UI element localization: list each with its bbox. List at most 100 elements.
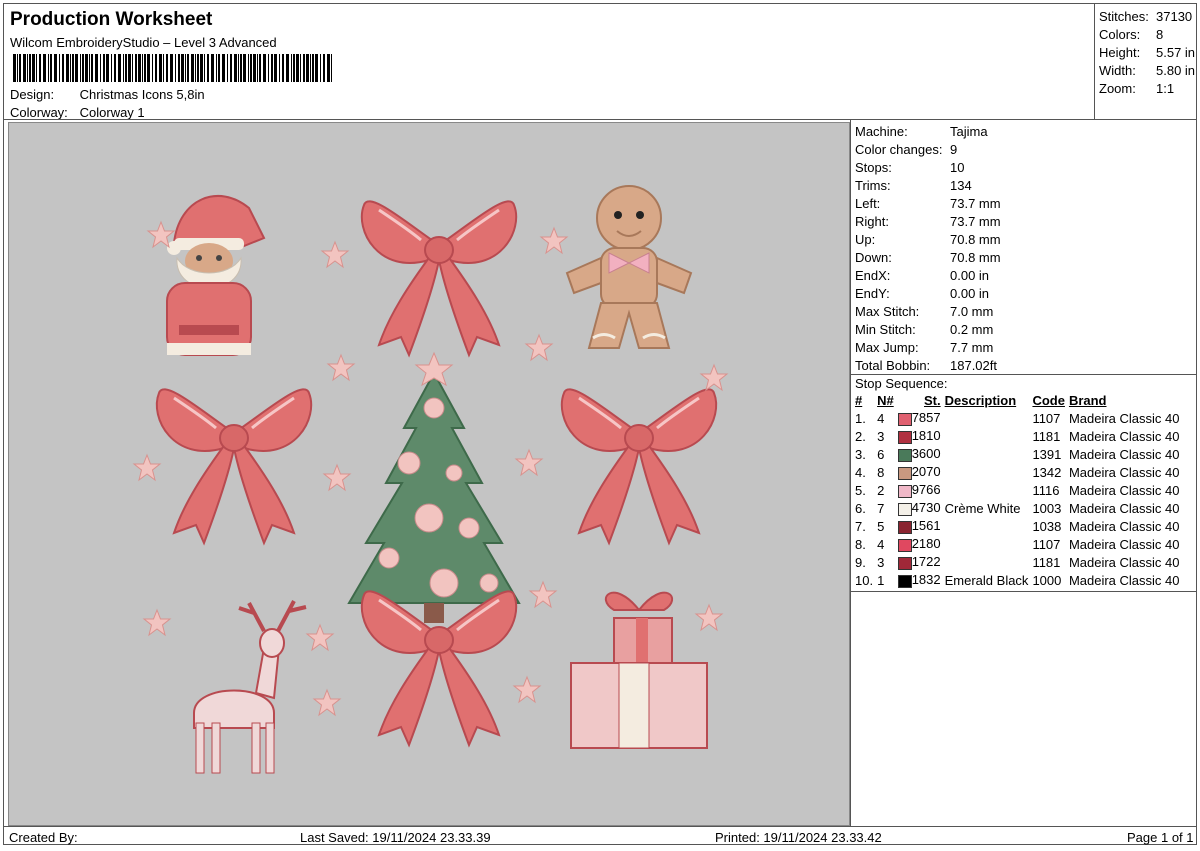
needle-number: 6 <box>877 446 885 462</box>
stitch-count-value: 3600 <box>911 446 941 462</box>
info-label: Left: <box>855 196 881 211</box>
info-label: Max Stitch: <box>855 304 920 319</box>
stitch-count-value: 2070 <box>911 464 941 480</box>
embroidery-design-image <box>133 185 728 774</box>
star-decoration <box>695 604 723 631</box>
created-by: Created By: <box>9 830 78 845</box>
bow-top <box>360 199 518 357</box>
col-description: Description <box>944 393 1017 408</box>
star-decoration <box>306 624 334 651</box>
thread-brand: Madeira Classic 40 <box>1068 482 1180 498</box>
gingerbread-motif <box>565 185 693 349</box>
table-row: 7. 5 1561 1038 Madeira Classic 40 <box>853 517 1181 535</box>
info-value: 0.00 in <box>950 286 990 301</box>
summary-label: Zoom: <box>1099 81 1136 96</box>
colorway-row: Colorway: Colorway 1 <box>10 105 145 120</box>
info-value: 9 <box>950 142 958 157</box>
star-decoration <box>323 464 351 491</box>
bow-left <box>155 387 313 545</box>
needle-number: 3 <box>877 428 885 444</box>
software-name: Wilcom EmbroideryStudio – Level 3 Advanc… <box>10 35 277 50</box>
star-decoration <box>540 227 568 254</box>
info-label: Total Bobbin: <box>855 358 931 373</box>
color-swatch <box>897 466 912 480</box>
stitch-count: 2180 <box>896 535 943 553</box>
thread-description <box>943 481 1031 499</box>
info-value: 0.2 mm <box>950 322 994 337</box>
info-label: Color changes: <box>855 142 943 157</box>
deer-motif <box>193 600 307 774</box>
info-value: 187.02ft <box>950 358 997 373</box>
row-number: 7. <box>855 518 866 534</box>
santa-motif <box>166 194 266 356</box>
gift-motif <box>570 591 708 749</box>
color-swatch <box>897 556 912 570</box>
thread-description: Emerald Black <box>944 572 1029 588</box>
info-value: 10 <box>950 160 965 175</box>
col-code: Code <box>1032 393 1065 408</box>
stitch-count-value: 1722 <box>911 554 941 570</box>
info-label: Trims: <box>855 178 891 193</box>
stitch-count: 3600 <box>896 445 943 463</box>
info-value: 70.8 mm <box>950 250 1001 265</box>
info-panel-bottom-divider <box>851 591 1197 592</box>
table-row: 4. 8 2070 1342 Madeira Classic 40 <box>853 463 1181 481</box>
design-preview[interactable] <box>8 122 850 826</box>
info-value: 7.7 mm <box>950 340 994 355</box>
thread-code: 1181 <box>1032 554 1061 570</box>
barcode <box>13 54 332 82</box>
summary-label: Colors: <box>1099 27 1141 42</box>
needle-number: 8 <box>877 464 885 480</box>
thread-code: 1038 <box>1032 518 1062 534</box>
page-number: Page 1 of 1 <box>1127 830 1194 845</box>
col-needle: N# <box>877 393 894 408</box>
christmas-tree-motif <box>347 351 521 623</box>
needle-number: 1 <box>877 572 885 588</box>
thread-description <box>943 463 1031 481</box>
color-swatch <box>897 502 912 516</box>
needle-number: 7 <box>877 500 885 516</box>
table-row: 2. 3 1810 1181 Madeira Classic 40 <box>853 427 1181 445</box>
summary-value: 1:1 <box>1156 81 1175 96</box>
thread-code: 1107 <box>1032 536 1061 552</box>
row-number: 9. <box>855 554 866 570</box>
stop-sequence-title: Stop Sequence: <box>855 376 948 391</box>
table-row: 10. 1 1832 Emerald Black 1000 Madeira Classic… <box>853 571 1181 589</box>
table-row: 3. 6 3600 1391 Madeira Classic 40 <box>853 445 1181 463</box>
color-swatch <box>897 574 912 588</box>
bow-right <box>560 387 718 545</box>
info-value: 134 <box>950 178 972 193</box>
star-decoration <box>700 364 728 391</box>
thread-brand: Madeira Classic 40 <box>1068 554 1180 570</box>
stitch-count: 1561 <box>896 517 943 535</box>
info-value: 73.7 mm <box>950 214 1001 229</box>
printed-date: Printed: 19/11/2024 23.33.42 <box>715 830 882 845</box>
colorway-value: Colorway 1 <box>79 105 145 120</box>
thread-brand: Madeira Classic 40 <box>1068 428 1180 444</box>
info-label: Min Stitch: <box>855 322 916 337</box>
thread-code: 1000 <box>1032 572 1062 588</box>
info-label: Max Jump: <box>855 340 919 355</box>
summary-value: 5.80 in <box>1156 63 1196 78</box>
info-label: EndY: <box>855 286 890 301</box>
info-label: Up: <box>855 232 876 247</box>
thread-code: 1107 <box>1032 410 1061 426</box>
table-row: 5. 2 9766 1116 Madeira Classic 40 <box>853 481 1181 499</box>
thread-description: Crème White <box>944 500 1021 516</box>
design-label: Design: <box>10 87 55 102</box>
stitch-count-value: 7857 <box>911 410 941 426</box>
thread-code: 1181 <box>1032 428 1061 444</box>
design-row: Design: Christmas Icons 5,8in <box>10 87 205 102</box>
color-swatch <box>897 412 912 426</box>
summary-label: Width: <box>1099 63 1136 78</box>
star-decoration <box>513 676 541 703</box>
summary-value: 37130 <box>1156 9 1193 24</box>
thread-brand: Madeira Classic 40 <box>1068 446 1180 462</box>
thread-brand: Madeira Classic 40 <box>1068 410 1180 426</box>
star-decoration <box>515 449 543 476</box>
col-brand: Brand <box>1068 393 1107 408</box>
thread-brand: Madeira Classic 40 <box>1068 500 1180 516</box>
thread-brand: Madeira Classic 40 <box>1068 572 1180 588</box>
worksheet-header: Production Worksheet Wilcom EmbroiderySt… <box>4 4 1094 120</box>
thread-code: 1003 <box>1032 500 1062 516</box>
